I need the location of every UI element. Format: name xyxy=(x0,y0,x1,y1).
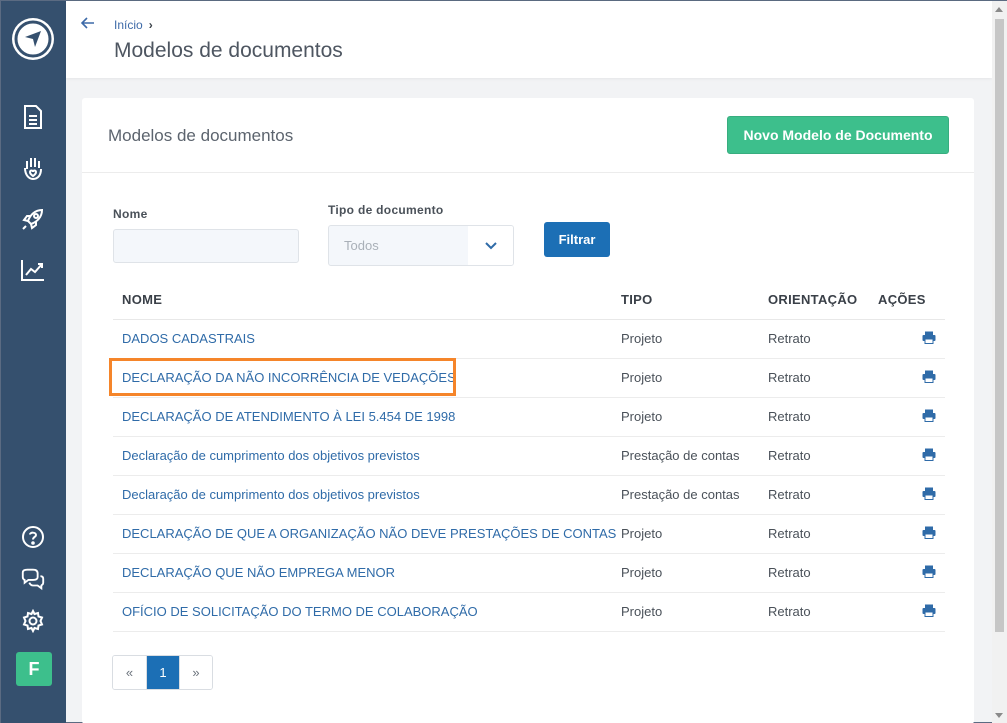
print-icon[interactable] xyxy=(922,487,936,503)
row-orientacao: Retrato xyxy=(768,514,878,554)
row-nome: DECLARAÇÃO DA NÃO INCORRÊNCIA DE VEDAÇÕE… xyxy=(113,358,621,398)
row-acoes xyxy=(878,475,945,515)
row-tipo: Projeto xyxy=(621,319,768,359)
table-row: DECLARAÇÃO DA NÃO INCORRÊNCIA DE VEDAÇÕE… xyxy=(113,358,945,398)
tipo-select-value: Todos xyxy=(344,238,379,253)
row-orientacao: Retrato xyxy=(768,553,878,593)
row-tipo: Projeto xyxy=(621,358,768,398)
row-acoes xyxy=(878,553,945,593)
print-icon[interactable] xyxy=(922,448,936,464)
scrollbar-thumb[interactable] xyxy=(995,19,1004,632)
row-orientacao: Retrato xyxy=(768,397,878,437)
breadcrumb-separator: › xyxy=(148,18,153,32)
card-header: Modelos de documentos Novo Modelo de Doc… xyxy=(82,98,974,173)
nome-label: Nome xyxy=(113,207,148,221)
row-acoes xyxy=(878,358,945,398)
pagination-prev[interactable]: « xyxy=(113,656,146,689)
back-arrow-icon[interactable] xyxy=(80,15,96,36)
column-header-tipo[interactable]: TIPO xyxy=(621,281,768,320)
row-tipo: Projeto xyxy=(621,592,768,632)
table-row: Declaração de cumprimento dos objetivos … xyxy=(113,475,945,515)
column-header-acoes: AÇÕES xyxy=(878,281,945,320)
document-name-link[interactable]: DECLARAÇÃO DA NÃO INCORRÊNCIA DE VEDAÇÕE… xyxy=(122,370,456,385)
sidebar: F xyxy=(1,1,66,723)
column-header-orientacao[interactable]: ORIENTAÇÃO xyxy=(768,281,878,320)
row-orientacao: Retrato xyxy=(768,358,878,398)
chat-icon[interactable] xyxy=(20,566,46,592)
breadcrumb-home-link[interactable]: Início xyxy=(114,18,143,32)
models-card: Modelos de documentos Novo Modelo de Doc… xyxy=(82,98,974,723)
table-row: DECLARAÇÃO QUE NÃO EMPREGA MENOR Projeto R… xyxy=(113,553,945,593)
pagination-page-current[interactable]: 1 xyxy=(146,656,179,689)
document-name-link[interactable]: DADOS CADASTRAIS xyxy=(122,331,255,346)
chevron-down-icon[interactable] xyxy=(468,226,513,265)
page-title: Modelos de documentos xyxy=(114,39,343,62)
card-title: Modelos de documentos xyxy=(108,126,294,145)
print-icon[interactable] xyxy=(922,370,936,386)
row-nome: DECLARAÇÃO DE QUE A ORGANIZAÇÃO NÃO DEVE… xyxy=(113,514,621,554)
table-row: DECLARAÇÃO DE QUE A ORGANIZAÇÃO NÃO DEVE… xyxy=(113,514,945,554)
row-orientacao: Retrato xyxy=(768,592,878,632)
vertical-scrollbar[interactable] xyxy=(992,1,1007,723)
row-nome: OFÍCIO DE SOLICITAÇÃO DO TERMO DE COLABO… xyxy=(113,592,621,632)
row-acoes xyxy=(878,436,945,476)
row-nome: DECLARAÇÃO DE ATENDIMENTO À LEI 5.454 DE… xyxy=(113,397,621,437)
table-row: Declaração de cumprimento dos objetivos … xyxy=(113,436,945,476)
row-nome: Declaração de cumprimento dos objetivos … xyxy=(113,475,621,515)
documents-table: NOME TIPO ORIENTAÇÃO AÇÕES DADOS CADASTR… xyxy=(113,281,945,632)
row-acoes xyxy=(878,397,945,437)
row-acoes xyxy=(878,514,945,554)
row-orientacao: Retrato xyxy=(768,436,878,476)
print-icon[interactable] xyxy=(922,409,936,425)
row-nome: DADOS CADASTRAIS xyxy=(113,319,621,359)
document-name-link[interactable]: DECLARAÇÃO DE QUE A ORGANIZAÇÃO NÃO DEVE… xyxy=(122,526,616,541)
scroll-up-arrow-icon[interactable] xyxy=(995,7,1003,12)
page-header: Início › Modelos de documentos xyxy=(66,1,992,78)
print-icon[interactable] xyxy=(922,331,936,347)
row-acoes xyxy=(878,319,945,359)
document-name-link[interactable]: OFÍCIO DE SOLICITAÇÃO DO TERMO DE COLABO… xyxy=(122,604,478,619)
row-nome: Declaração de cumprimento dos objetivos … xyxy=(113,436,621,476)
row-acoes xyxy=(878,592,945,632)
row-tipo: Projeto xyxy=(621,397,768,437)
table-header-row: NOME TIPO ORIENTAÇÃO AÇÕES xyxy=(113,281,945,320)
document-name-link[interactable]: DECLARAÇÃO QUE NÃO EMPREGA MENOR xyxy=(122,565,395,580)
table-row: DECLARAÇÃO DE ATENDIMENTO À LEI 5.454 DE… xyxy=(113,397,945,437)
user-avatar[interactable]: F xyxy=(16,652,52,686)
tipo-label: Tipo de documento xyxy=(328,203,444,217)
row-orientacao: Retrato xyxy=(768,319,878,359)
column-header-nome[interactable]: NOME xyxy=(113,281,621,320)
trend-chart-icon[interactable] xyxy=(20,257,46,283)
filter-button[interactable]: Filtrar xyxy=(544,222,610,257)
help-icon[interactable] xyxy=(20,524,46,550)
row-nome: DECLARAÇÃO QUE NÃO EMPREGA MENOR xyxy=(113,553,621,593)
row-tipo: Prestação de contas xyxy=(621,475,768,515)
row-tipo: Prestação de contas xyxy=(621,436,768,476)
nome-input[interactable] xyxy=(113,229,299,263)
scroll-down-arrow-icon[interactable] xyxy=(995,713,1003,718)
gear-icon[interactable] xyxy=(20,608,46,634)
pagination: « 1 » xyxy=(112,655,213,690)
print-icon[interactable] xyxy=(922,526,936,542)
document-name-link[interactable]: Declaração de cumprimento dos objetivos … xyxy=(122,448,420,463)
rocket-icon[interactable] xyxy=(20,206,46,232)
document-icon[interactable] xyxy=(20,104,46,130)
row-tipo: Projeto xyxy=(621,514,768,554)
table-body: DADOS CADASTRAIS Projeto Retrato DECLARAÇÃO… xyxy=(113,319,945,632)
print-icon[interactable] xyxy=(922,565,936,581)
compass-logo-icon[interactable] xyxy=(12,18,54,60)
row-tipo: Projeto xyxy=(621,553,768,593)
print-icon[interactable] xyxy=(922,604,936,620)
hand-heart-icon[interactable] xyxy=(20,155,46,181)
new-document-model-button[interactable]: Novo Modelo de Documento xyxy=(727,116,949,154)
row-orientacao: Retrato xyxy=(768,475,878,515)
tipo-select[interactable]: Todos xyxy=(328,225,514,266)
table-row: DADOS CADASTRAIS Projeto Retrato xyxy=(113,319,945,359)
pagination-next[interactable]: » xyxy=(179,656,212,689)
breadcrumb: Início › xyxy=(114,18,153,32)
document-name-link[interactable]: Declaração de cumprimento dos objetivos … xyxy=(122,487,420,502)
table-row: OFÍCIO DE SOLICITAÇÃO DO TERMO DE COLABO… xyxy=(113,592,945,632)
document-name-link[interactable]: DECLARAÇÃO DE ATENDIMENTO À LEI 5.454 DE… xyxy=(122,409,455,424)
